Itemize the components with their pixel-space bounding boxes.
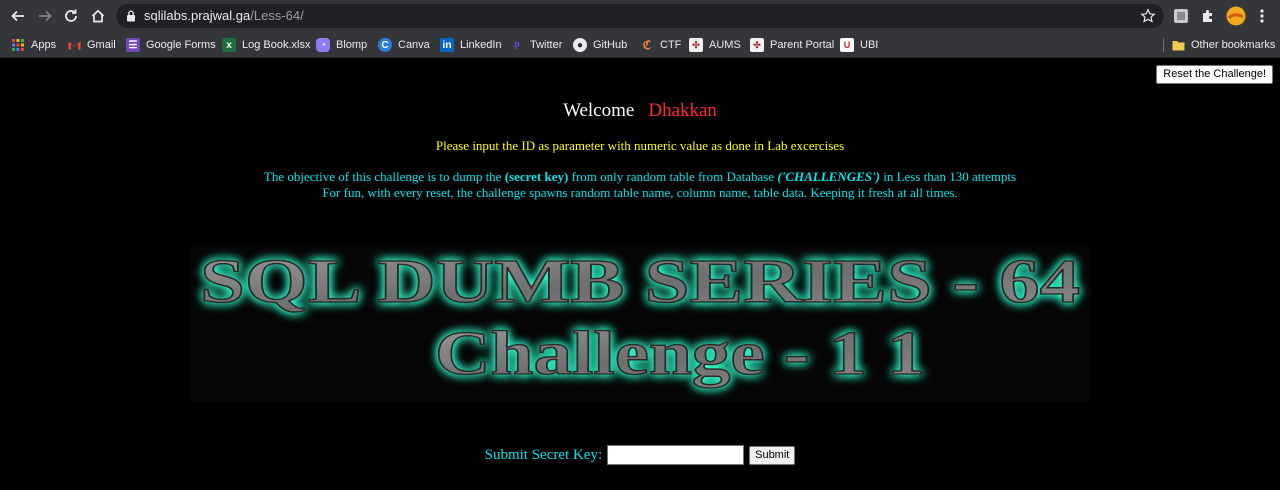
bookmark-label: Apps — [31, 39, 57, 51]
bookmark-linkedin[interactable]: in LinkedIn — [440, 36, 502, 54]
apps-grid-icon — [11, 38, 25, 52]
back-arrow-icon — [11, 10, 24, 22]
submit-form: Submit Secret Key: Submit — [0, 445, 1280, 465]
google-forms-icon: ☰ — [126, 38, 140, 52]
other-bookmarks-label: Other bookmarks — [1191, 39, 1276, 51]
bookmark-label: Blomp — [336, 39, 368, 51]
bookmark-label: Twitter — [530, 39, 563, 51]
banner-subtitle: Challenge - 1 1 — [435, 320, 925, 388]
profile-avatar[interactable] — [1226, 6, 1246, 26]
forward-arrow-icon — [39, 10, 52, 22]
objective-line-2: For fun, with every reset, the challenge… — [322, 185, 958, 200]
banner-graphic: SQL DUMB SERIES - 64 Challenge - 1 1 — [199, 247, 1081, 389]
bookmark-label: UBI — [860, 39, 879, 51]
url-host: sqlilabs.prajwal.ga — [144, 8, 251, 23]
bookmark-apps[interactable]: Apps — [11, 36, 56, 54]
extension-page-icon — [1174, 9, 1188, 23]
challenge-banner: SQL DUMB SERIES - 64 Challenge - 1 1 — [190, 244, 1090, 402]
browser-menu-button[interactable] — [1253, 7, 1271, 25]
extensions-menu-button[interactable] — [1199, 7, 1217, 25]
home-icon — [91, 9, 105, 23]
reload-button[interactable] — [59, 5, 83, 27]
bookmark-blomp[interactable]: ◔ Blomp — [316, 36, 367, 54]
bookmark-label: LinkedIn — [460, 39, 502, 51]
url-text: sqlilabs.prajwal.ga/Less-64/ — [144, 8, 304, 23]
page-content: Reset the Challenge! Welcome Dhakkan Plea… — [0, 58, 1280, 490]
bookmark-label: AUMS — [709, 39, 741, 51]
forward-button[interactable] — [33, 5, 57, 27]
bookmark-log-book[interactable]: x Log Book.xlsx — [222, 36, 310, 54]
welcome-name: Dhakkan — [648, 100, 717, 121]
objective-secret-key: (secret key) — [504, 169, 569, 184]
gmail-icon — [67, 38, 81, 52]
secret-key-input[interactable] — [607, 445, 745, 465]
linkedin-icon: in — [440, 38, 454, 52]
address-bar[interactable]: sqlilabs.prajwal.ga/Less-64/ — [116, 4, 1164, 28]
bookmark-label: GitHub — [593, 39, 628, 51]
reset-challenge-button[interactable]: Reset the Challenge! — [1156, 65, 1273, 84]
bookmark-label: CTF — [660, 39, 682, 51]
back-button[interactable] — [6, 5, 30, 27]
excel-icon: x — [222, 38, 236, 52]
bookmark-gmail[interactable]: Gmail — [67, 36, 116, 54]
objective-post: in Less than 130 attempts — [879, 169, 1017, 184]
aums-icon: ✣ — [689, 38, 703, 52]
puzzle-icon — [1203, 10, 1212, 22]
kebab-menu-icon — [1260, 9, 1264, 23]
instruction-text: Please input the ID as parameter with nu… — [435, 138, 845, 153]
ctf-icon: ℭ — [642, 38, 652, 52]
bookmark-twitter[interactable]: ᵖ Twitter — [510, 36, 562, 54]
bookmark-aums[interactable]: ✣ AUMS — [689, 36, 741, 54]
canva-icon: C — [378, 38, 392, 52]
banner-title: SQL DUMB SERIES - 64 — [200, 248, 1080, 316]
folder-icon — [1171, 38, 1185, 52]
bookmarks-bar: Apps Gmail ☰ Google Forms x Log Book.xls… — [0, 32, 1280, 58]
welcome-text: Welcome — [563, 100, 635, 121]
reload-icon — [65, 9, 77, 22]
bookmark-google-forms[interactable]: ☰ Google Forms — [126, 36, 216, 54]
twitter-icon: ᵖ — [514, 37, 520, 53]
browser-toolbar: sqlilabs.prajwal.ga/Less-64/ — [0, 0, 1280, 32]
objective-database: ('CHALLENGES') — [777, 169, 880, 184]
objective-text: The objective of this challenge is to du… — [0, 169, 1280, 201]
other-bookmarks[interactable]: Other bookmarks — [1171, 36, 1275, 54]
ubi-icon: U — [840, 38, 854, 52]
bookmark-label: Google Forms — [146, 39, 216, 51]
bookmark-star-icon[interactable] — [1140, 8, 1156, 24]
bookmark-label: Canva — [398, 39, 430, 51]
bookmark-canva[interactable]: C Canva — [378, 36, 430, 54]
bookmarks-divider — [1163, 38, 1164, 52]
url-path: /Less-64/ — [250, 8, 304, 23]
bookmark-label: Log Book.xlsx — [242, 39, 311, 51]
parent-portal-icon: ✣ — [750, 38, 764, 52]
bookmark-github[interactable]: ● GitHub — [573, 36, 627, 54]
submit-button[interactable]: Submit — [749, 445, 796, 465]
bookmark-parent-portal[interactable]: ✣ Parent Portal — [750, 36, 834, 54]
bookmark-label: Parent Portal — [770, 39, 835, 51]
extension-button[interactable] — [1172, 7, 1190, 25]
lock-icon — [127, 10, 135, 22]
bookmark-ctf[interactable]: ℭ CTF — [640, 36, 682, 54]
objective-pre: The objective of this challenge is to du… — [263, 169, 505, 184]
blomp-icon: ◔ — [316, 38, 330, 52]
submit-secret-key-label: Submit Secret Key: — [484, 446, 603, 463]
home-button[interactable] — [86, 5, 110, 27]
bookmark-ubi[interactable]: U UBI — [840, 36, 878, 54]
avatar-icon — [1226, 6, 1246, 26]
github-icon: ● — [573, 38, 587, 52]
bookmark-label: Gmail — [87, 39, 116, 51]
objective-mid: from only random table from Database — [568, 169, 778, 184]
welcome-heading: Welcome Dhakkan — [0, 100, 1280, 122]
objective-line-1: The objective of this challenge is to du… — [0, 169, 1280, 185]
